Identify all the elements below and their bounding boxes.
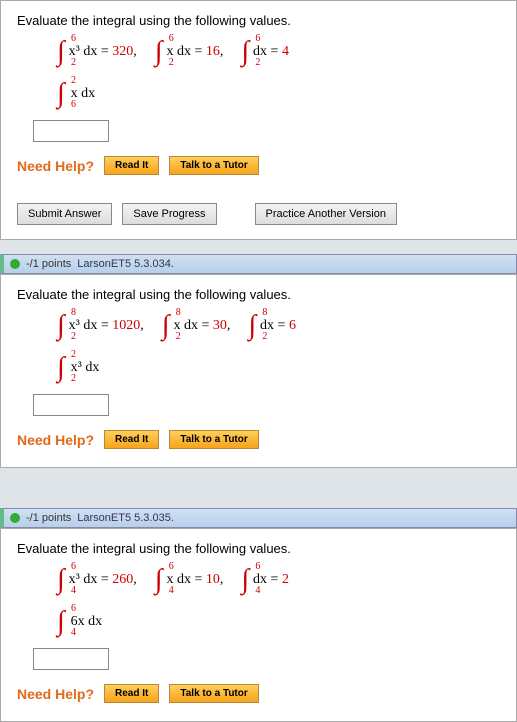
- points-label: -/1 points: [26, 258, 71, 270]
- asked-integral: ∫22x³ dx: [57, 354, 500, 382]
- given-integrals: ∫64x³ dx = 260, ∫64x dx = 10, ∫64dx = 2: [57, 566, 500, 594]
- save-progress-button[interactable]: Save Progress: [122, 203, 216, 225]
- read-it-button[interactable]: Read It: [104, 156, 159, 175]
- question-header-2: -/1 points LarsonET5 5.3.034.: [0, 254, 517, 274]
- question-header-3: -/1 points LarsonET5 5.3.035.: [0, 508, 517, 528]
- answer-input[interactable]: [33, 394, 109, 416]
- question-ref: LarsonET5 5.3.035.: [77, 512, 174, 524]
- question-prompt: Evaluate the integral using the followin…: [17, 541, 500, 556]
- read-it-button[interactable]: Read It: [104, 430, 159, 449]
- action-row: Submit Answer Save Progress Practice Ano…: [1, 193, 516, 239]
- question-prompt: Evaluate the integral using the followin…: [17, 13, 500, 28]
- submit-answer-button[interactable]: Submit Answer: [17, 203, 112, 225]
- question-prompt: Evaluate the integral using the followin…: [17, 287, 500, 302]
- question-card-3: Evaluate the integral using the followin…: [0, 528, 517, 722]
- talk-tutor-button[interactable]: Talk to a Tutor: [169, 684, 258, 703]
- question-ref: LarsonET5 5.3.034.: [77, 258, 174, 270]
- asked-integral: ∫26x dx: [57, 80, 500, 108]
- answer-input[interactable]: [33, 648, 109, 670]
- given-integrals: ∫82x³ dx = 1020, ∫82x dx = 30, ∫82dx = 6: [57, 312, 500, 340]
- read-it-button[interactable]: Read It: [104, 684, 159, 703]
- expand-icon[interactable]: [10, 513, 20, 523]
- question-card-1: Evaluate the integral using the followin…: [0, 0, 517, 240]
- question-card-2: Evaluate the integral using the followin…: [0, 274, 517, 468]
- asked-integral: ∫646x dx: [57, 608, 500, 636]
- expand-icon[interactable]: [10, 259, 20, 269]
- points-label: -/1 points: [26, 512, 71, 524]
- need-help-label: Need Help?: [17, 158, 94, 174]
- talk-tutor-button[interactable]: Talk to a Tutor: [169, 156, 258, 175]
- need-help-label: Need Help?: [17, 686, 94, 702]
- answer-input[interactable]: [33, 120, 109, 142]
- talk-tutor-button[interactable]: Talk to a Tutor: [169, 430, 258, 449]
- given-integrals: ∫62x³ dx = 320, ∫62x dx = 16, ∫62dx = 4: [57, 38, 500, 66]
- need-help-label: Need Help?: [17, 432, 94, 448]
- practice-another-button[interactable]: Practice Another Version: [255, 203, 397, 225]
